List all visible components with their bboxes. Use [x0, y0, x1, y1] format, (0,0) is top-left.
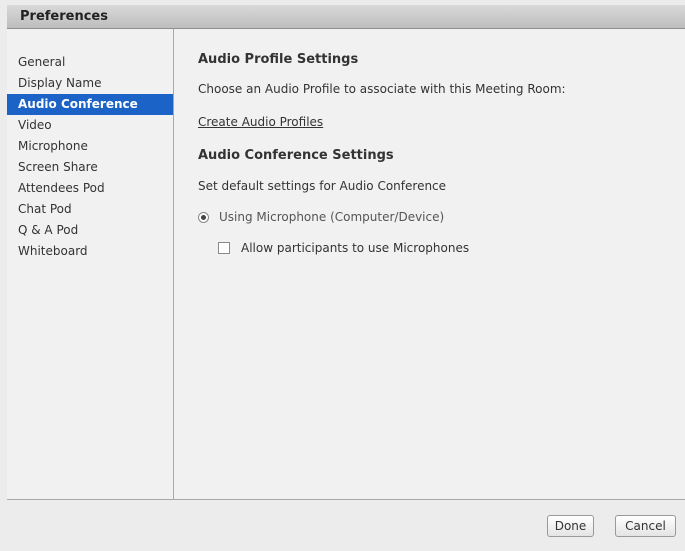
sidebar-item-attendees-pod[interactable]: Attendees Pod: [7, 178, 173, 199]
sidebar-item-video[interactable]: Video: [7, 115, 173, 136]
using-microphone-label: Using Microphone (Computer/Device): [219, 210, 445, 224]
allow-microphones-checkbox[interactable]: [218, 242, 230, 254]
done-button[interactable]: Done: [547, 515, 594, 537]
sidebar-list: General Display Name Audio Conference Vi…: [7, 52, 173, 262]
window-title: Preferences: [20, 9, 108, 24]
using-microphone-radio[interactable]: [198, 211, 209, 223]
create-audio-profiles-link[interactable]: Create Audio Profiles: [198, 115, 323, 129]
allow-microphones-option[interactable]: Allow participants to use Microphones: [218, 240, 469, 256]
audio-profile-heading: Audio Profile Settings: [198, 52, 359, 67]
sidebar-item-display-name[interactable]: Display Name: [7, 73, 173, 94]
dialog-footer: Done Cancel: [7, 499, 685, 551]
audio-conference-description: Set default settings for Audio Conferenc…: [198, 179, 447, 193]
sidebar-item-audio-conference[interactable]: Audio Conference: [7, 94, 173, 115]
sidebar-item-chat-pod[interactable]: Chat Pod: [7, 199, 173, 220]
audio-profile-description: Choose an Audio Profile to associate wit…: [198, 82, 566, 96]
title-bar: Preferences: [7, 5, 685, 29]
sidebar: General Display Name Audio Conference Vi…: [7, 29, 174, 499]
sidebar-item-screen-share[interactable]: Screen Share: [7, 157, 173, 178]
cancel-button[interactable]: Cancel: [615, 515, 676, 537]
audio-conference-heading: Audio Conference Settings: [198, 148, 394, 163]
settings-panel: Audio Profile Settings Choose an Audio P…: [175, 29, 685, 499]
sidebar-item-microphone[interactable]: Microphone: [7, 136, 173, 157]
sidebar-item-qa-pod[interactable]: Q & A Pod: [7, 220, 173, 241]
using-microphone-option[interactable]: Using Microphone (Computer/Device): [198, 209, 444, 225]
sidebar-item-whiteboard[interactable]: Whiteboard: [7, 241, 173, 262]
sidebar-item-general[interactable]: General: [7, 52, 173, 73]
allow-microphones-label: Allow participants to use Microphones: [241, 241, 470, 255]
preferences-dialog: General Display Name Audio Conference Vi…: [7, 29, 685, 551]
